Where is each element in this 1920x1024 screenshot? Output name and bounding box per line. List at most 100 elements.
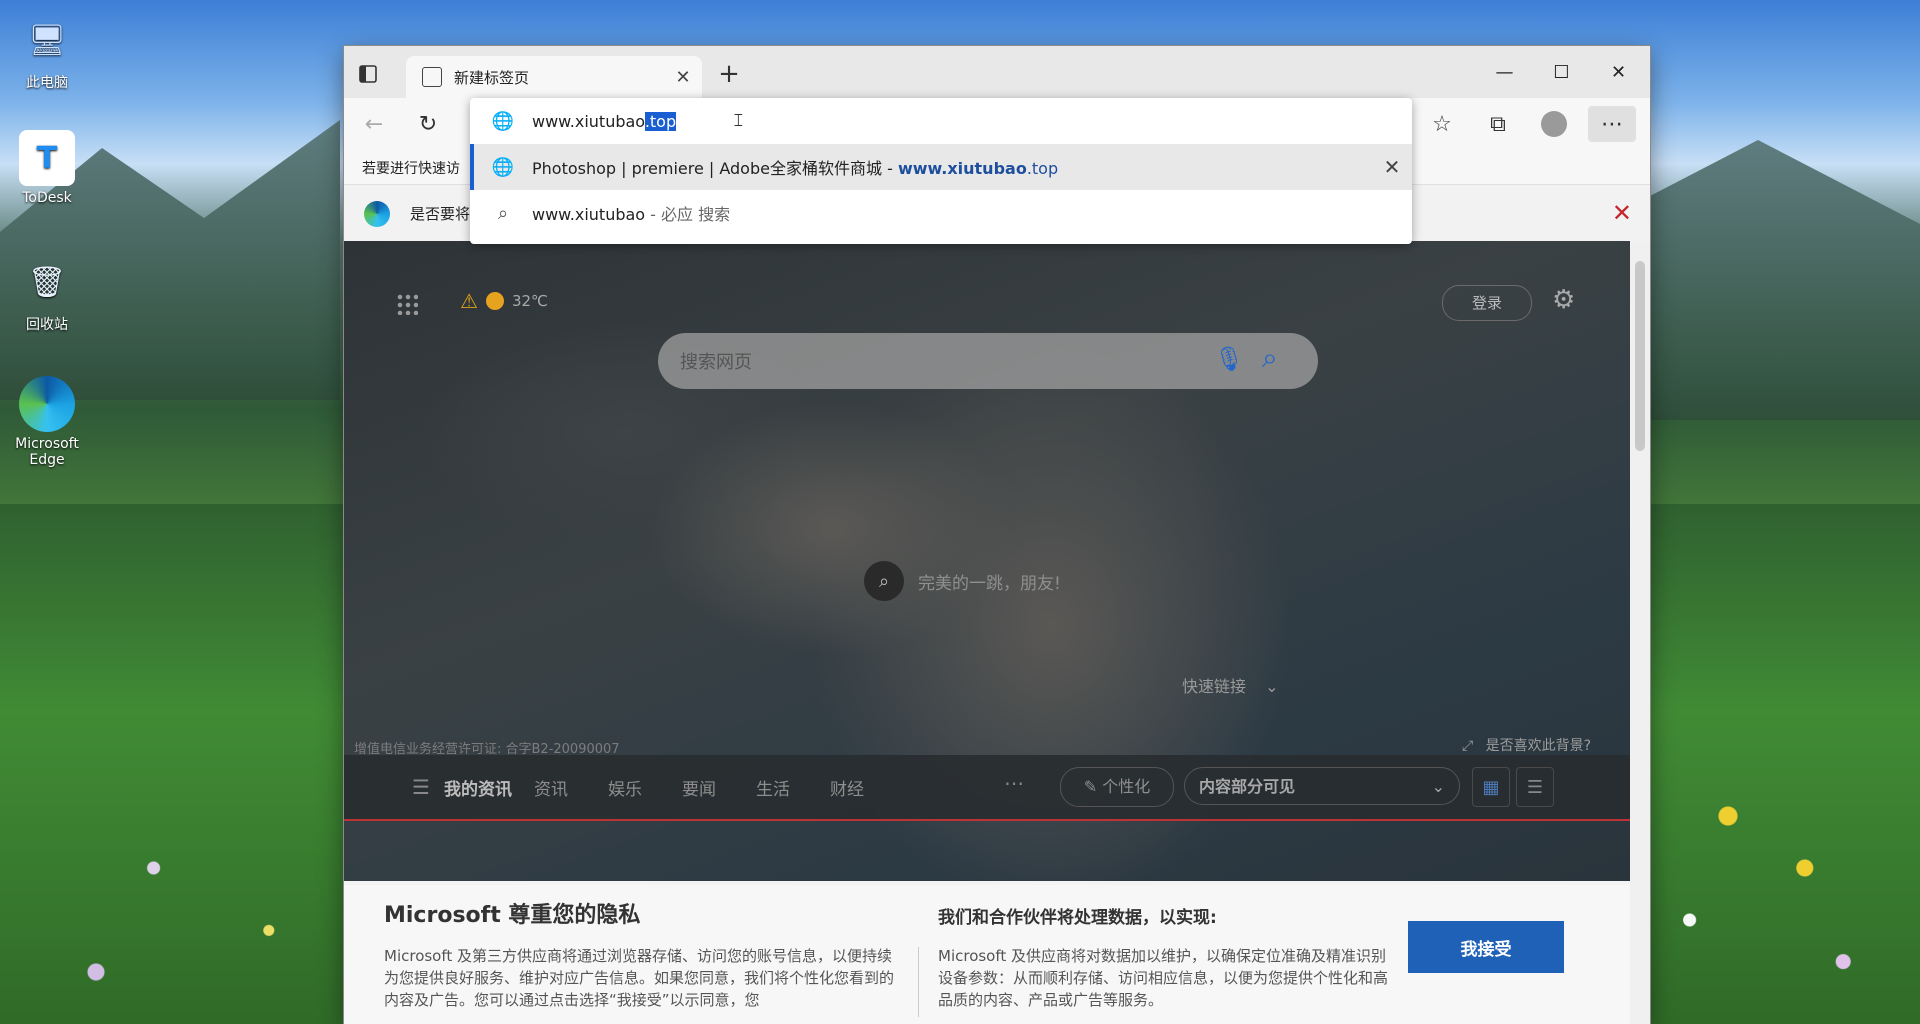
accept-button[interactable]: 我接受 xyxy=(1408,921,1564,973)
desktop-icon-recycle-bin[interactable]: 🗑 回收站 xyxy=(8,254,86,334)
tab-new-tab[interactable]: 新建标签页 ✕ xyxy=(406,56,702,98)
address-text: www.xiutubao.top xyxy=(532,111,677,131)
news-tab-headlines[interactable]: 要闻 xyxy=(682,775,716,800)
search-icon[interactable]: ⌕ xyxy=(1262,341,1278,375)
address-bar-dropdown: 🌐 www.xiutubao.top 𝙸 🌐 Photoshop | premi… xyxy=(470,98,1412,244)
web-search-input[interactable] xyxy=(678,333,1182,391)
collections-button[interactable]: ⧉ xyxy=(1480,106,1516,142)
desktop-icon-todesk[interactable]: T ToDesk xyxy=(8,130,86,206)
back-button[interactable]: ← xyxy=(356,106,392,142)
minimize-button[interactable]: — xyxy=(1476,46,1533,98)
suggestion-url-rest: .top xyxy=(1026,159,1059,178)
desktop-icon-label: 回收站 xyxy=(26,317,68,333)
news-tab-entertainment[interactable]: 娱乐 xyxy=(608,775,642,800)
address-bar-input[interactable]: 🌐 www.xiutubao.top 𝙸 xyxy=(470,98,1412,144)
edge-logo-icon xyxy=(364,201,390,227)
infobar-text: 是否要将 xyxy=(410,205,471,223)
login-button[interactable]: 登录 xyxy=(1442,285,1532,321)
globe-icon: 🌐 xyxy=(491,156,515,178)
news-tab-life[interactable]: 生活 xyxy=(756,775,790,800)
sunny-icon xyxy=(485,292,504,310)
suggestion-search-suffix: - 必应 搜索 xyxy=(645,205,731,224)
suggestion-text: www.xiutubao - 必应 搜索 xyxy=(532,201,730,225)
new-tab-page: ⚠ 32℃ 登录 ⚙ 🎙 ⌕ ⌕ 完美的一跳，朋友! 快速链接 ⌄ 增值电信业务… xyxy=(344,241,1630,881)
address-text-autocomplete: .top xyxy=(644,111,677,131)
refresh-button[interactable]: ↻ xyxy=(410,106,446,142)
desktop-icon-edge[interactable]: Microsoft Edge xyxy=(8,376,86,468)
image-caption: 完美的一跳，朋友! xyxy=(918,573,1061,594)
weather-widget[interactable]: ⚠ 32℃ xyxy=(460,289,548,313)
news-bar-accent xyxy=(344,819,1630,821)
desktop-icon-this-pc[interactable]: 🖥 此电脑 xyxy=(8,12,86,92)
content-visibility-value: 内容部分可见 xyxy=(1199,777,1296,796)
grid-view-button[interactable]: ▦ xyxy=(1472,767,1510,807)
privacy-title: Microsoft 尊重您的隐私 xyxy=(384,903,641,928)
microphone-icon[interactable]: 🎙 xyxy=(1214,345,1244,373)
page-scrollbar[interactable] xyxy=(1630,241,1650,1024)
privacy-body-right: Microsoft 及供应商将对数据加以维护，以确保定位准确及精准识别设备参数：… xyxy=(938,947,1389,1009)
todesk-icon: T xyxy=(19,130,75,186)
personalize-button[interactable]: ✎ 个性化 xyxy=(1060,767,1174,807)
privacy-subtitle: 我们和合作伙伴将处理数据，以实现: xyxy=(938,908,1217,928)
remove-suggestion-icon[interactable]: ✕ xyxy=(1372,155,1412,179)
new-tab-button[interactable]: + xyxy=(714,60,744,90)
app-launcher-icon[interactable] xyxy=(396,293,418,315)
privacy-consent-panel: Microsoft 尊重您的隐私 Microsoft 及第三方供应商将通过浏览器… xyxy=(344,885,1630,1024)
address-text-typed: www.xiutubao xyxy=(532,111,645,131)
image-search-icon: ⌕ xyxy=(864,561,904,601)
news-feed-bar: ☰ 我的资讯 资讯 娱乐 要闻 生活 财经 ⋯ ✎ 个性化 内容部分可见 ⌄ ▦… xyxy=(344,755,1630,819)
quick-links-label: 快速链接 xyxy=(1182,677,1247,696)
quick-links-toggle[interactable]: 快速链接 ⌄ xyxy=(1182,673,1279,697)
suggestion-url-bold: www.xiutubao xyxy=(897,159,1027,178)
title-bar: 新建标签页 ✕ + — ☐ ✕ xyxy=(344,46,1650,98)
expand-icon: ⤢ xyxy=(1462,738,1474,754)
suggestion-text: Photoshop | premiere | Adobe全家桶软件商城 - ww… xyxy=(532,155,1372,179)
image-info[interactable]: ⌕ 完美的一跳，朋友! xyxy=(864,561,1061,601)
close-window-button[interactable]: ✕ xyxy=(1590,46,1647,98)
pencil-icon: ✎ xyxy=(1083,777,1098,796)
suggestion-title: Photoshop | premiere | Adobe全家桶软件商城 xyxy=(532,159,882,178)
favorites-bar-hint: 若要进行快速访 xyxy=(362,161,460,177)
favorites-button[interactable]: ☆ xyxy=(1424,106,1460,142)
list-view-button[interactable]: ☰ xyxy=(1516,767,1554,807)
maximize-button[interactable]: ☐ xyxy=(1533,46,1590,98)
news-tab-news[interactable]: 资讯 xyxy=(534,775,568,800)
privacy-divider xyxy=(918,947,919,1017)
temperature: 32℃ xyxy=(511,292,548,310)
hamburger-menu-icon[interactable]: ☰ xyxy=(412,775,430,799)
new-tab-favicon-icon xyxy=(422,67,442,87)
tab-close-button[interactable]: ✕ xyxy=(670,64,696,90)
profile-button[interactable] xyxy=(1536,106,1572,142)
scrollbar-thumb[interactable] xyxy=(1635,261,1645,451)
news-tab-my-feed[interactable]: 我的资讯 xyxy=(444,775,512,800)
recycle-bin-icon: 🗑 xyxy=(27,264,67,300)
chevron-down-icon: ⌄ xyxy=(1265,677,1279,696)
text-cursor-icon: 𝙸 xyxy=(732,110,745,131)
tab-actions-icon xyxy=(359,65,377,83)
tab-actions-menu[interactable] xyxy=(354,60,382,88)
weather-alert-icon: ⚠ xyxy=(460,289,478,313)
suggestion-search-item[interactable]: ⌕ www.xiutubao - 必应 搜索 xyxy=(470,190,1412,236)
like-background-link[interactable]: ⤢ 是否喜欢此背景? xyxy=(1462,735,1591,755)
more-tabs-icon[interactable]: ⋯ xyxy=(1004,771,1024,795)
privacy-body-left: Microsoft 及第三方供应商将通过浏览器存储、访问您的账号信息，以便持续为… xyxy=(384,947,895,1009)
settings-more-button[interactable]: ⋯ xyxy=(1588,106,1636,142)
page-settings-gear-icon[interactable]: ⚙ xyxy=(1552,285,1575,315)
tab-title: 新建标签页 xyxy=(454,68,530,87)
background-mountain-right xyxy=(1650,140,1920,420)
like-background-label: 是否喜欢此背景? xyxy=(1485,738,1592,754)
edge-icon xyxy=(19,376,75,432)
infobar-close-icon[interactable]: ✕ xyxy=(1612,199,1632,227)
desktop-icon-label: 此电脑 xyxy=(26,75,68,91)
desktop-icon-label: ToDesk xyxy=(22,190,72,206)
globe-icon: 🌐 xyxy=(491,110,515,132)
computer-icon: 🖥 xyxy=(27,22,67,58)
content-visibility-select[interactable]: 内容部分可见 ⌄ xyxy=(1184,767,1460,805)
web-search-box: 🎙 ⌕ xyxy=(658,333,1318,391)
chevron-down-icon: ⌄ xyxy=(1431,777,1445,796)
suggestion-history-item[interactable]: 🌐 Photoshop | premiere | Adobe全家桶软件商城 - … xyxy=(470,144,1412,190)
news-tab-finance[interactable]: 财经 xyxy=(830,775,864,800)
avatar-icon xyxy=(1541,111,1567,137)
suggestion-separator: - xyxy=(881,159,898,178)
search-icon: ⌕ xyxy=(497,202,509,224)
